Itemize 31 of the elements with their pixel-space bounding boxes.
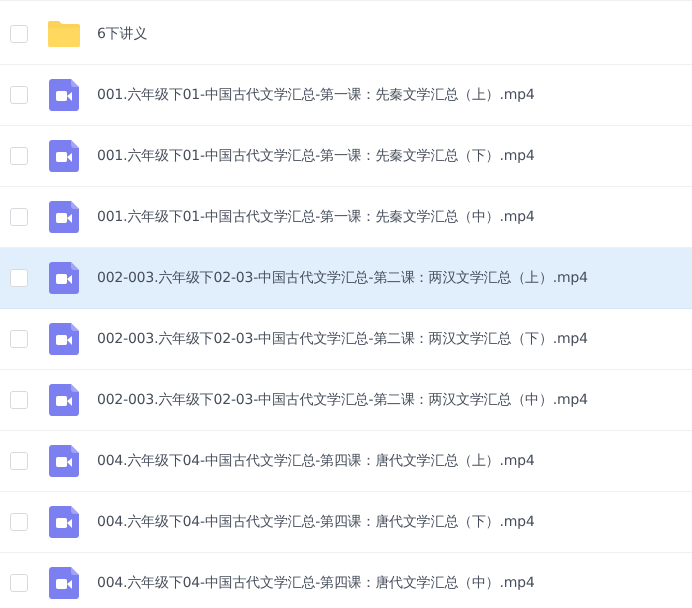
file-name[interactable]: 001.六年级下01-中国古代文学汇总-第一课：先秦文学汇总（下）.mp4 bbox=[97, 147, 535, 165]
video-file-icon bbox=[49, 262, 79, 294]
checkbox[interactable] bbox=[10, 513, 28, 531]
checkbox[interactable] bbox=[10, 330, 28, 348]
video-file-icon bbox=[49, 79, 79, 111]
checkbox[interactable] bbox=[10, 269, 28, 287]
file-name[interactable]: 002-003.六年级下02-03-中国古代文学汇总-第二课：两汉文学汇总（中）.mp4 bbox=[97, 391, 588, 409]
file-name[interactable]: 001.六年级下01-中国古代文学汇总-第一课：先秦文学汇总（中）.mp4 bbox=[97, 208, 535, 226]
folder-icon bbox=[46, 19, 82, 49]
file-name[interactable]: 002-003.六年级下02-03-中国古代文学汇总-第二课：两汉文学汇总（上）.mp4 bbox=[97, 269, 588, 287]
checkbox[interactable] bbox=[10, 147, 28, 165]
checkbox[interactable] bbox=[10, 574, 28, 592]
checkbox[interactable] bbox=[10, 86, 28, 104]
file-row[interactable]: 002-003.六年级下02-03-中国古代文学汇总-第二课：两汉文学汇总（上）.mp4 bbox=[0, 248, 692, 309]
video-file-icon bbox=[49, 445, 79, 477]
checkbox[interactable] bbox=[10, 208, 28, 226]
video-file-icon bbox=[49, 567, 79, 599]
file-name[interactable]: 004.六年级下04-中国古代文学汇总-第四课：唐代文学汇总（下）.mp4 bbox=[97, 513, 535, 531]
video-file-icon bbox=[49, 384, 79, 416]
checkbox[interactable] bbox=[10, 452, 28, 470]
file-name[interactable]: 001.六年级下01-中国古代文学汇总-第一课：先秦文学汇总（上）.mp4 bbox=[97, 86, 535, 104]
video-file-icon bbox=[49, 201, 79, 233]
file-name[interactable]: 002-003.六年级下02-03-中国古代文学汇总-第二课：两汉文学汇总（下）.mp4 bbox=[97, 330, 588, 348]
file-name[interactable]: 6下讲义 bbox=[97, 25, 148, 43]
checkbox[interactable] bbox=[10, 391, 28, 409]
video-file-icon bbox=[49, 506, 79, 538]
file-name[interactable]: 004.六年级下04-中国古代文学汇总-第四课：唐代文学汇总（上）.mp4 bbox=[97, 452, 535, 470]
video-file-icon bbox=[49, 323, 79, 355]
video-file-icon bbox=[49, 140, 79, 172]
checkbox[interactable] bbox=[10, 25, 28, 43]
file-name[interactable]: 004.六年级下04-中国古代文学汇总-第四课：唐代文学汇总（中）.mp4 bbox=[97, 574, 535, 592]
